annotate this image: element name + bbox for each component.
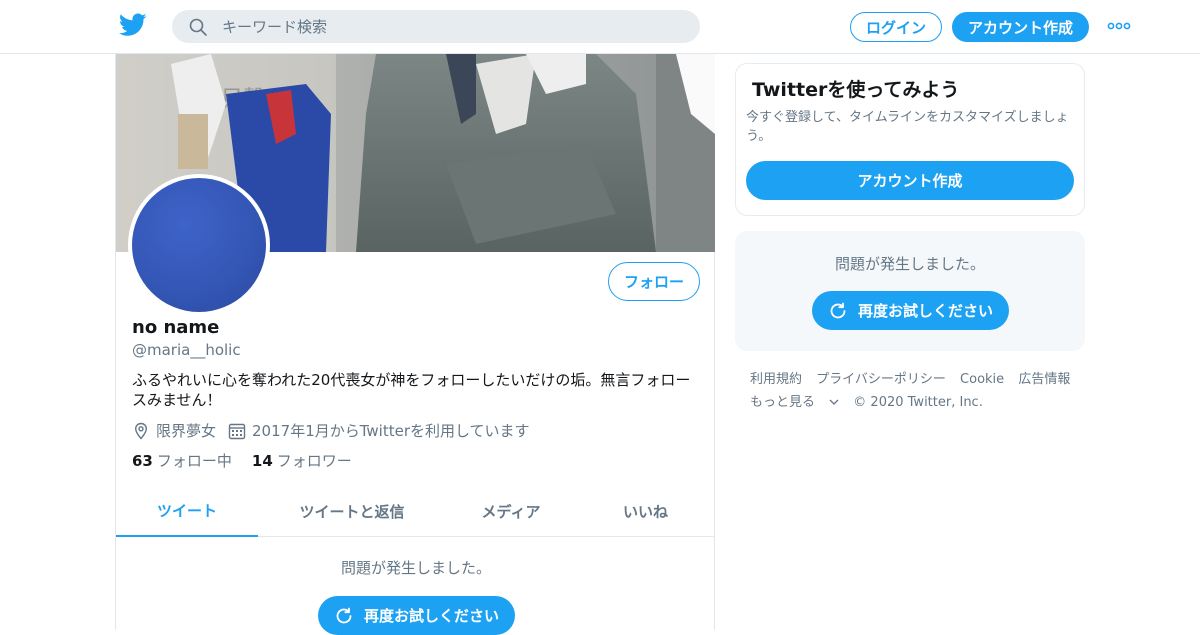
footer-link-terms[interactable]: 利用規約 [750, 372, 802, 387]
sidebar-error-message: 問題が発生しました。 [835, 255, 986, 273]
footer-link-cookie[interactable]: Cookie [960, 372, 1004, 387]
footer-more-link[interactable]: もっと見る [750, 395, 843, 410]
timeline-error-message: 問題が発生しました。 [341, 559, 492, 577]
login-button[interactable]: ログイン [850, 12, 942, 42]
sidebar-retry-label: 再度お試しください [857, 302, 993, 320]
timeline-retry-button[interactable]: 再度お試しください [318, 596, 515, 635]
following-label: フォロー中 [156, 452, 232, 470]
signup-card-title: Twitterを使ってみよう [752, 79, 960, 101]
timeline-retry-label: 再度お試しください [363, 607, 499, 625]
more-dots-icon[interactable] [1107, 20, 1131, 32]
footer-row-1: 利用規約 プライバシーポリシー Cookie 広告情報 [750, 368, 1090, 391]
calendar-icon [228, 423, 246, 439]
profile-meta: 限界夢女 2017年1月からTwitterを利用しています [132, 420, 530, 441]
signup-card-subtitle: 今すぐ登録して、タイムラインをカスタマイズしましょう。 [746, 110, 1069, 144]
search-box[interactable] [172, 10, 700, 43]
refresh-icon [830, 302, 846, 318]
twitter-bird-icon[interactable] [119, 13, 147, 37]
profile-stats: 63 フォロー中 14 フォロワー [132, 450, 352, 471]
footer-link-ads-info[interactable]: 広告情報 [1018, 372, 1070, 387]
profile-handle[interactable]: @maria__holic [132, 341, 241, 359]
sidebar-error-card: 問題が発生しました。 再度お試しください [735, 231, 1085, 351]
following-count: 63 [132, 452, 153, 470]
footer-links: 利用規約 プライバシーポリシー Cookie 広告情報 もっと見る © 2020… [750, 368, 1090, 414]
search-input[interactable] [222, 10, 682, 43]
tab-tweets-and-replies[interactable]: ツイートと返信 [258, 486, 446, 537]
tab-tweets[interactable]: ツイート [116, 486, 258, 537]
profile-location: 限界夢女 [156, 422, 217, 440]
profile-tabs: ツイート ツイートと返信 メディア いいね [116, 486, 715, 537]
tab-media[interactable]: メディア [446, 486, 576, 537]
sidebar-retry-button[interactable]: 再度お試しください [812, 291, 1009, 330]
profile-bio: ふるやれいに心を奪われた20代喪女が神をフォローしたいだけの垢。無言フォロースみ… [132, 371, 691, 409]
followers-stat[interactable]: 14 フォロワー [252, 450, 352, 471]
location-pin-icon [134, 422, 148, 440]
profile-avatar[interactable] [128, 174, 270, 316]
tab-likes[interactable]: いいね [576, 486, 715, 537]
followers-count: 14 [251, 452, 273, 470]
avatar-image [132, 178, 266, 312]
follow-button[interactable]: フォロー [608, 262, 700, 301]
followers-label: フォロワー [276, 452, 352, 470]
footer-more-label: もっと見る [750, 395, 816, 410]
signup-button[interactable]: アカウント作成 [952, 12, 1089, 42]
footer-copyright: © 2020 Twitter, Inc. [853, 395, 983, 410]
following-stat[interactable]: 63 フォロー中 [132, 450, 232, 471]
footer-link-privacy[interactable]: プライバシーポリシー [816, 372, 946, 387]
profile-joined-date: 2017年1月からTwitterを利用しています [252, 422, 530, 440]
profile-column: 目撃 フォロー no name @maria__holic ふるやれいに心を奪わ… [115, 54, 715, 635]
footer-row-2: もっと見る © 2020 Twitter, Inc. [750, 391, 1090, 414]
profile-name[interactable]: no name [132, 317, 219, 338]
refresh-icon [336, 607, 352, 623]
top-navigation-bar: ログイン アカウント作成 [0, 0, 1200, 54]
sidebar-signup-button[interactable]: アカウント作成 [746, 161, 1074, 200]
chevron-down-icon [829, 399, 839, 405]
search-icon [189, 18, 207, 36]
signup-card: Twitterを使ってみよう 今すぐ登録して、タイムラインをカスタマイズしましょ… [735, 63, 1085, 216]
